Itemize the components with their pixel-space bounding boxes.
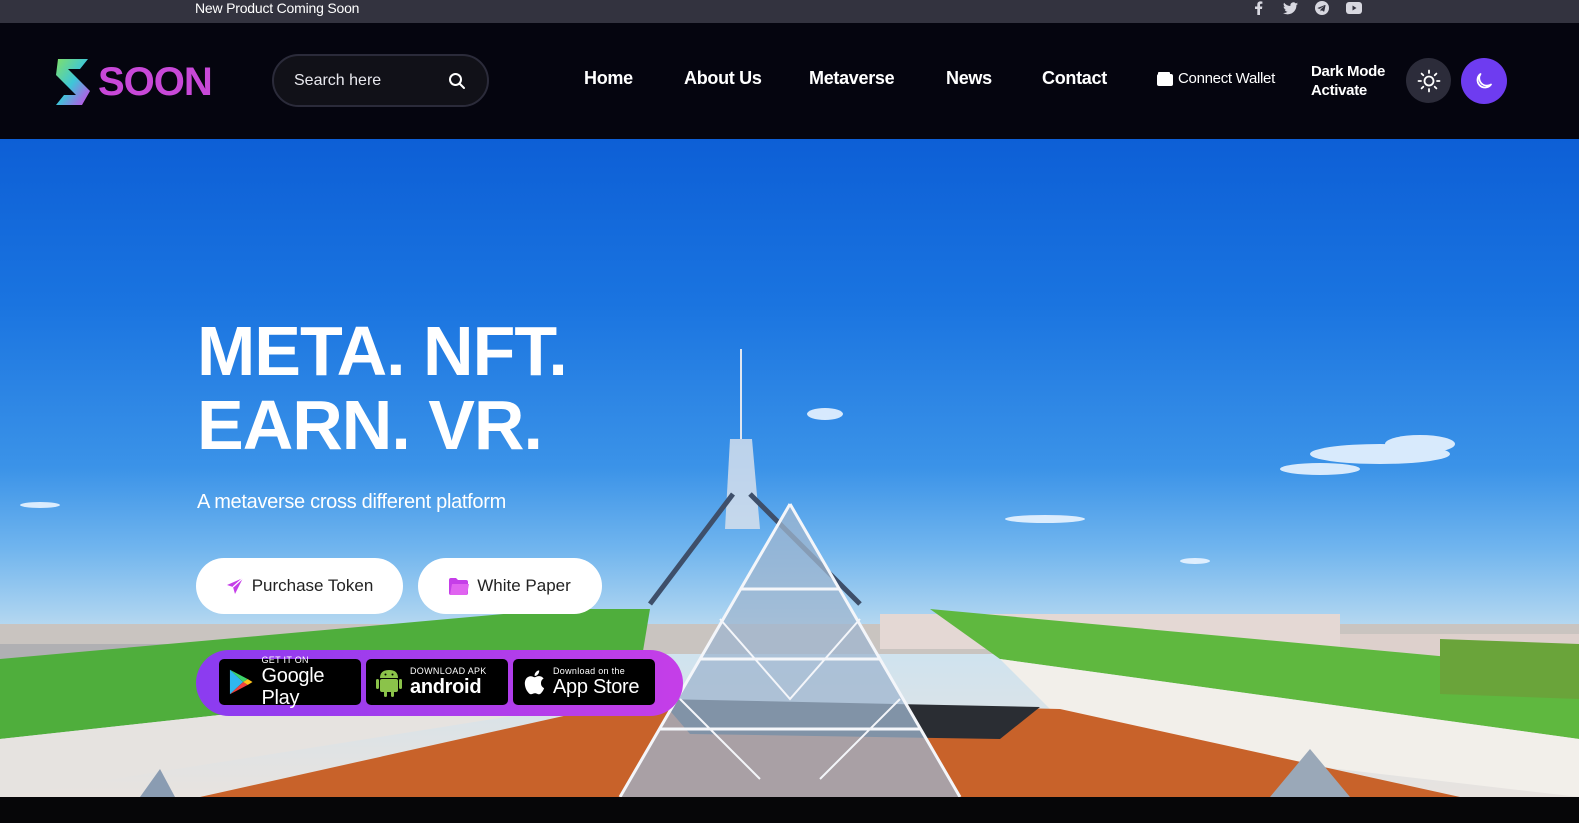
social-links <box>1248 0 1364 16</box>
dark-mode-button[interactable] <box>1461 58 1507 104</box>
facebook-icon[interactable] <box>1248 0 1268 16</box>
android-small: DOWNLOAD APK <box>410 666 487 676</box>
android-big: android <box>410 676 482 698</box>
hero-subtitle: A metaverse cross different platform <box>197 491 506 513</box>
nav-home[interactable]: Home <box>584 68 633 89</box>
announcement-text: New Product Coming Soon <box>195 0 360 16</box>
google-play-badge[interactable]: GET IT ON Google Play <box>219 655 361 709</box>
purchase-token-button[interactable]: Purchase Token <box>196 558 403 614</box>
app-store-big: App Store <box>553 676 640 698</box>
app-store-small: Download on the <box>553 666 626 676</box>
twitter-icon[interactable] <box>1280 0 1300 16</box>
app-store-bar: GET IT ON Google Play DOWNLOAD APK andro… <box>196 650 683 716</box>
dark-mode-line1: Dark Mode <box>1311 63 1385 80</box>
sun-icon <box>1417 69 1440 92</box>
hero-section: META. NFT. EARN. VR. A metaverse cross d… <box>0 139 1579 797</box>
top-announcement-bar: New Product Coming Soon <box>0 0 1579 23</box>
purchase-token-label: Purchase Token <box>251 576 374 595</box>
wallet-icon <box>1157 71 1173 86</box>
headline-line-2: EARN. VR. <box>197 386 543 464</box>
hero-headline: META. NFT. EARN. VR. <box>197 312 568 464</box>
apple-icon <box>524 670 545 695</box>
dark-mode-line2: Activate <box>1311 82 1367 99</box>
nav-metaverse[interactable]: Metaverse <box>809 68 895 89</box>
folder-icon <box>449 577 470 595</box>
nav-news[interactable]: News <box>946 68 992 89</box>
youtube-icon[interactable] <box>1344 0 1364 16</box>
headline-line-1: META. NFT. <box>197 312 568 390</box>
nav-about-us[interactable]: About Us <box>684 68 762 89</box>
google-play-small: GET IT ON <box>261 655 309 665</box>
google-play-icon <box>229 669 253 695</box>
connect-wallet-link[interactable]: Connect Wallet <box>1157 70 1275 87</box>
white-paper-button[interactable]: White Paper <box>418 558 602 614</box>
telegram-icon[interactable] <box>1312 0 1332 16</box>
main-navbar: SOON Home About Us Metaverse News Contac… <box>0 23 1579 139</box>
white-paper-label: White Paper <box>477 576 571 595</box>
moon-icon <box>1476 73 1492 89</box>
google-play-big: Google Play <box>261 665 325 709</box>
dark-mode-label: Dark Mode Activate <box>1311 62 1385 100</box>
android-icon <box>376 670 402 697</box>
search-input[interactable] <box>294 68 444 94</box>
android-apk-badge[interactable]: DOWNLOAD APK android <box>366 659 508 705</box>
app-store-badge[interactable]: Download on the App Store <box>513 659 655 705</box>
connect-wallet-label: Connect Wallet <box>1178 70 1275 87</box>
search-icon[interactable] <box>448 72 466 90</box>
brand-logo[interactable]: SOON <box>54 57 213 107</box>
search-box <box>272 54 489 107</box>
paper-plane-icon <box>226 577 244 594</box>
light-mode-button[interactable] <box>1406 58 1451 103</box>
logo-text: SOON <box>98 59 213 104</box>
nav-contact[interactable]: Contact <box>1042 68 1107 89</box>
soon-logo-icon <box>56 59 90 105</box>
page-bottom-strip <box>0 797 1579 823</box>
